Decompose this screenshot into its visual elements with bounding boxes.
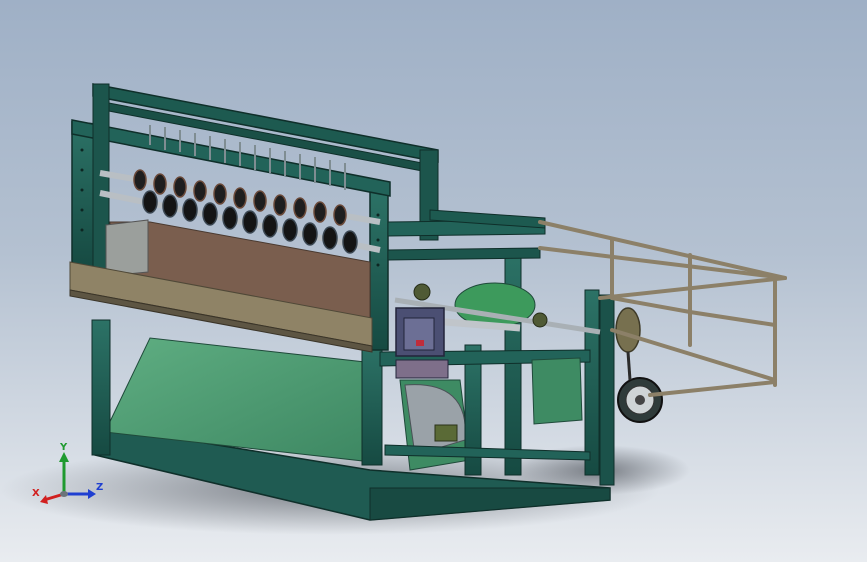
- 3d-model-scene[interactable]: [0, 0, 867, 562]
- post-front-left: [91, 319, 111, 456]
- gearbox-red-mark: [416, 340, 424, 346]
- post-rear-1: [584, 289, 600, 476]
- graphics-viewport[interactable]: Y Z X: [0, 0, 867, 562]
- reference-triad: Y Z X: [32, 442, 103, 504]
- triad-x-label: X: [32, 488, 40, 499]
- back-top-beam: [92, 83, 439, 163]
- drive-belt: [626, 351, 632, 381]
- mid-right-beam-2: [387, 247, 541, 261]
- triad-y-arrowhead: [59, 452, 69, 462]
- triad-origin: [60, 491, 68, 497]
- triad-z-arrowhead: [88, 489, 96, 499]
- small-gear-1: [413, 283, 431, 301]
- upper-frame-left-post: [71, 121, 97, 269]
- post-rear-2: [599, 294, 615, 486]
- small-gear-2: [532, 312, 548, 328]
- flywheel-hub: [635, 395, 645, 405]
- triad-y-label: Y: [59, 442, 68, 453]
- triad-z-label: Z: [96, 482, 103, 493]
- drive-pulley: [615, 307, 641, 353]
- bearing-block: [434, 424, 458, 442]
- triad-x-arrowhead: [40, 495, 48, 504]
- post-front-center: [361, 344, 383, 466]
- feed-plate-side: [105, 219, 149, 277]
- gearbox-base: [395, 359, 449, 379]
- right-green-box: [531, 357, 583, 425]
